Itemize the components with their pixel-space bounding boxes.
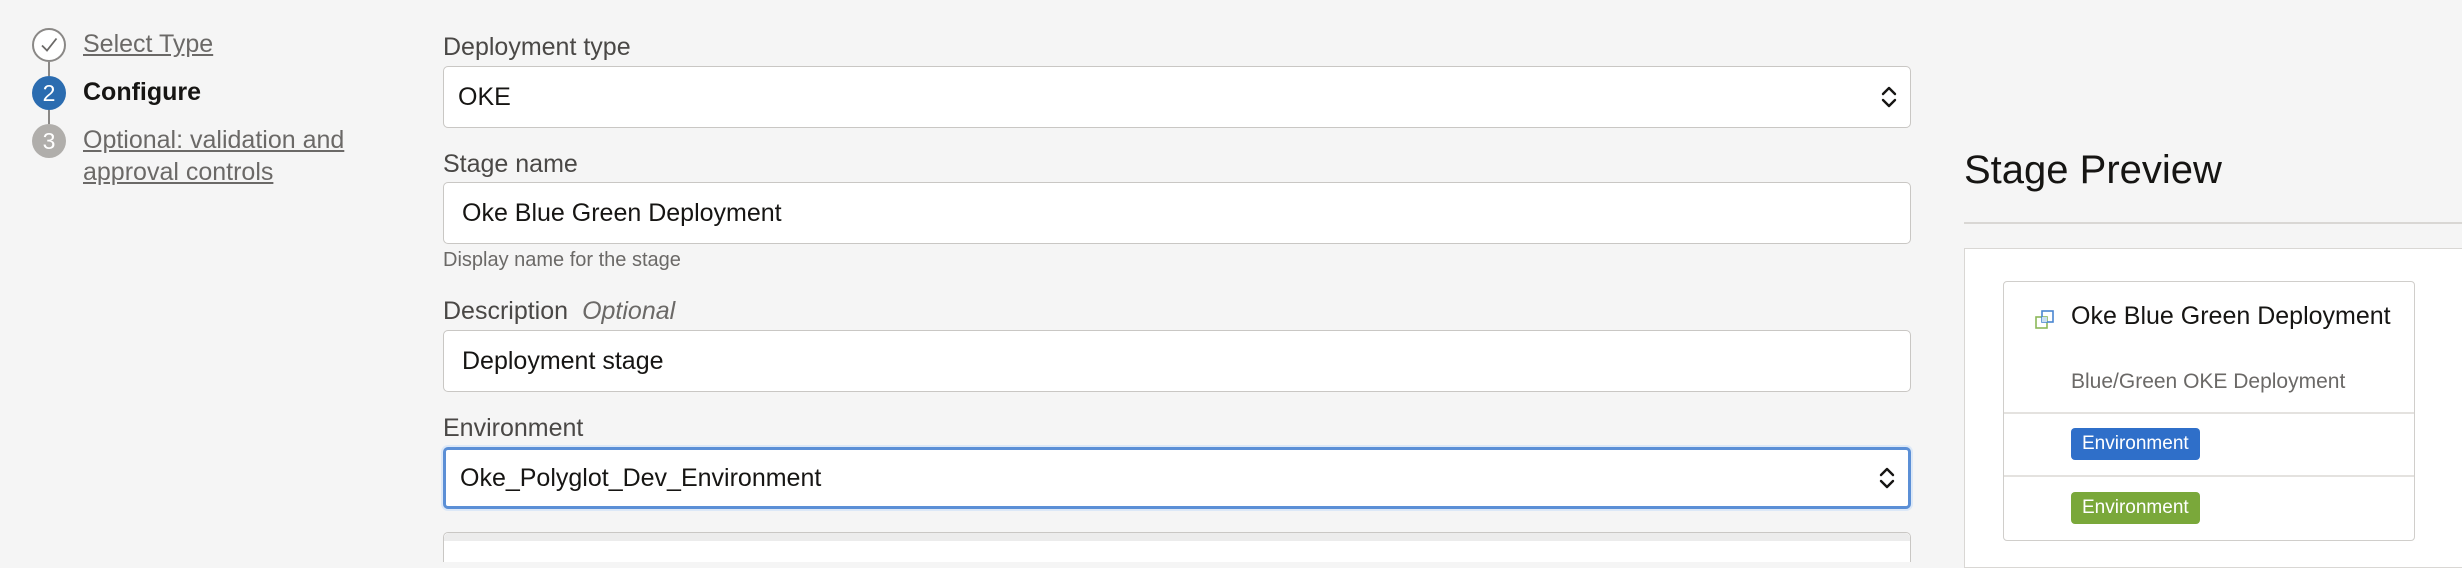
chevron-up-down-icon [1879,467,1895,489]
stage-preview-card: Oke Blue Green Deployment Blue/Green OKE… [2003,281,2415,541]
deployment-type-value: OKE [458,82,511,111]
step-configure: 2 Configure [32,76,201,110]
deployment-type-label: Deployment type [443,33,631,61]
step-connector [48,62,50,76]
environment-badge: Environment [2071,492,2200,524]
environment-label: Environment [443,414,584,442]
step-label[interactable]: Select Type [83,28,213,60]
description-input[interactable]: Deployment stage [443,330,1911,392]
step-label: Configure [83,78,202,106]
stage-name-input[interactable]: Oke Blue Green Deployment [443,182,1911,244]
optional-indicator: Optional [582,297,676,325]
environment-select[interactable]: Oke_Polyglot_Dev_Environment [443,447,1911,509]
stage-name-label: Stage name [443,150,578,178]
chevron-up-down-icon [1881,86,1897,108]
description-value: Deployment stage [462,346,664,375]
stage-card-name: Oke Blue Green Deployment [2071,302,2391,330]
stage-icon [2035,310,2054,329]
deployment-type-select[interactable]: OKE [443,66,1911,128]
stage-preview-title: Stage Preview [1964,148,2222,192]
check-icon [32,28,66,62]
description-label: Description Optional [443,297,675,326]
environment-badge: Environment [2071,428,2200,460]
step-number: 3 [32,124,66,158]
step-validation-approval[interactable]: 3 Optional: validation and approval cont… [32,124,373,188]
stage-card-subtitle: Blue/Green OKE Deployment [2071,370,2346,393]
stage-name-value: Oke Blue Green Deployment [462,198,782,227]
environment-value: Oke_Polyglot_Dev_Environment [460,463,822,492]
step-number: 2 [32,76,66,110]
divider [2004,475,2414,477]
next-field-partial[interactable] [443,532,1911,562]
step-connector [48,110,50,124]
divider [2004,412,2414,414]
step-select-type[interactable]: Select Type [32,28,213,62]
stage-name-help: Display name for the stage [443,249,681,271]
step-label[interactable]: Optional: validation and approval contro… [83,124,373,188]
divider [1964,222,2462,224]
description-label-text: Description [443,297,569,325]
